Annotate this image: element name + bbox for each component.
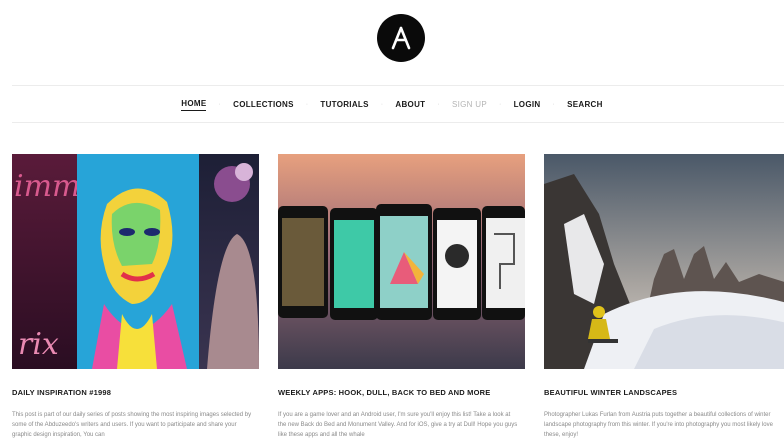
post-thumbnail-inspiration-collage[interactable]: immy rix <box>12 154 259 369</box>
nav-item-search[interactable]: SEARCH <box>567 98 603 111</box>
nav-separator: · <box>437 100 440 108</box>
post-title[interactable]: WEEKLY APPS: HOOK, DULL, BACK TO BED AND… <box>278 388 525 397</box>
post-thumbnail-app-phones[interactable] <box>278 154 525 369</box>
nav-item-home[interactable]: HOME <box>181 97 207 111</box>
site-logo[interactable] <box>377 14 425 62</box>
nav-divider-top <box>12 85 784 86</box>
nav-separator: · <box>218 100 222 108</box>
post-title[interactable]: DAILY INSPIRATION #1998 <box>12 388 259 397</box>
nav-item-login[interactable]: LOGIN <box>514 98 541 111</box>
post-thumbnail-winter-landscape[interactable] <box>544 154 784 369</box>
main-nav: HOME · COLLECTIONS · TUTORIALS · ABOUT ·… <box>0 96 784 112</box>
post-excerpt: This post is part of our daily series of… <box>12 412 252 438</box>
art-lettering-rix: rix <box>18 327 59 362</box>
nav-item-sign-up[interactable]: SIGN UP <box>452 98 487 111</box>
post-excerpt: Photographer Lukas Furlan from Austria p… <box>544 412 773 438</box>
post-excerpt: If you are a game lover and an Android u… <box>278 412 518 438</box>
post-card: immy rix DAILY INSPIRATION #1998 This po… <box>12 154 259 440</box>
nav-separator: · <box>305 100 309 108</box>
post-title[interactable]: BEAUTIFUL WINTER LANDSCAPES <box>544 388 784 397</box>
nav-divider-bottom <box>12 122 784 123</box>
nav-item-collections[interactable]: COLLECTIONS <box>233 98 294 111</box>
nav-item-tutorials[interactable]: TUTORIALS <box>320 98 368 111</box>
nav-item-about[interactable]: ABOUT <box>395 98 425 111</box>
logo-a-glyph-icon <box>391 26 411 50</box>
post-card: BEAUTIFUL WINTER LANDSCAPES Photographer… <box>544 154 784 440</box>
post-card: WEEKLY APPS: HOOK, DULL, BACK TO BED AND… <box>278 154 525 440</box>
nav-separator: · <box>552 100 556 108</box>
nav-separator: · <box>380 100 384 108</box>
nav-separator: · <box>498 100 502 108</box>
